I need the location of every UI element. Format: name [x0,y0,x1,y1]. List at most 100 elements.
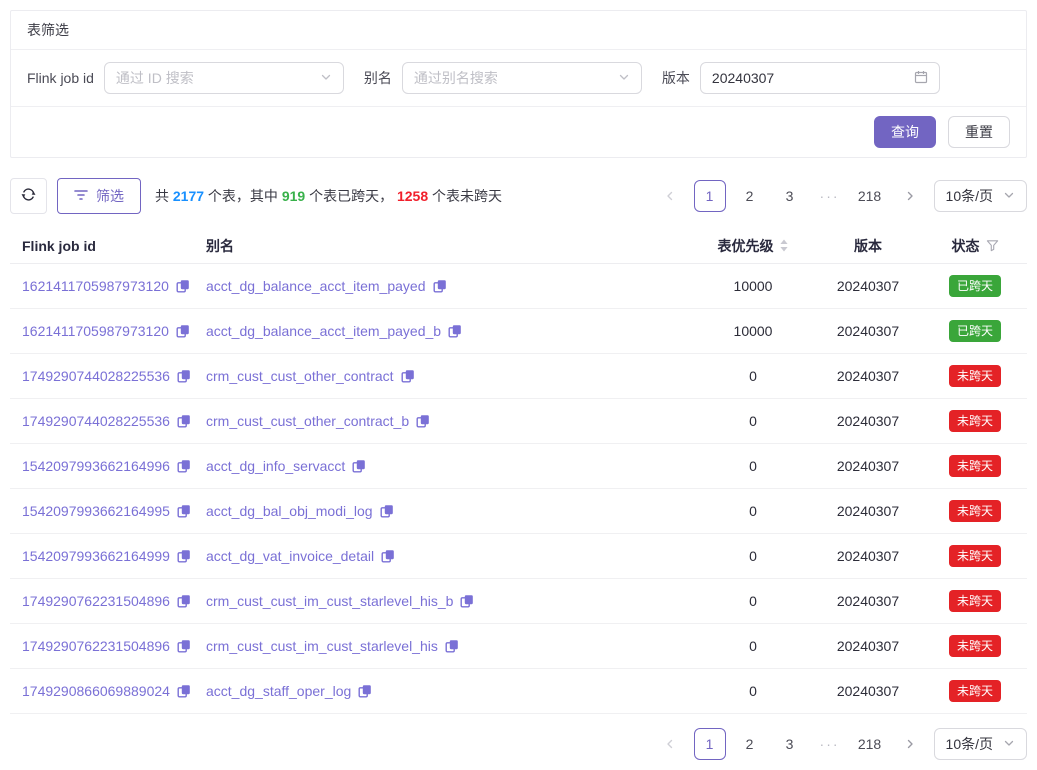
copy-icon[interactable] [177,684,191,698]
copy-icon[interactable] [177,504,191,518]
page-button-3[interactable]: 3 [774,728,806,760]
next-page-button[interactable] [894,728,926,760]
job-id-link[interactable]: 1542097993662164995 [22,503,170,519]
job-id-link[interactable]: 1749290762231504896 [22,638,170,654]
job-id-cell: 1749290744028225536 [10,413,206,429]
copy-icon[interactable] [358,684,372,698]
pagination-bottom: 123···218 [654,728,926,760]
job-id-cell: 1749290744028225536 [10,368,206,384]
toolbar-left: 筛选 共 2177 个表，其中 919 个表已跨天， 1258 个表未跨天 [10,178,502,214]
copy-icon[interactable] [176,324,190,338]
flink-job-id-select[interactable]: 通过 ID 搜索 [104,62,344,94]
job-id-link[interactable]: 1621411705987973120 [22,323,169,339]
copy-icon[interactable] [177,639,191,653]
copy-icon[interactable] [352,459,366,473]
alias-link[interactable]: crm_cust_cust_other_contract_b [206,413,409,429]
alias-link[interactable]: acct_dg_balance_acct_item_payed [206,278,426,294]
pagination-top: 123···218 [654,180,926,212]
version-value: 20240307 [813,593,923,609]
table-row: 1749290744028225536 crm_cust_cust_other_c… [10,399,1027,444]
reset-button[interactable]: 重置 [948,116,1010,148]
copy-icon[interactable] [401,369,415,383]
alias-link[interactable]: crm_cust_cust_other_contract [206,368,394,384]
version-input[interactable] [712,70,914,86]
alias-link[interactable]: acct_dg_info_servacct [206,458,345,474]
footer: 123···218 10条/页 [10,728,1027,760]
flink-job-id-field: Flink job id 通过 ID 搜索 [27,62,344,94]
status-badge: 未跨天 [949,680,1001,702]
copy-icon[interactable] [177,369,191,383]
page-button-218[interactable]: 218 [854,180,886,212]
job-id-link[interactable]: 1749290762231504896 [22,593,170,609]
version-value: 20240307 [813,638,923,654]
prev-page-button[interactable] [654,180,686,212]
version-date-input[interactable] [700,62,940,94]
copy-icon[interactable] [177,594,191,608]
header-version: 版本 [813,236,923,256]
copy-icon[interactable] [416,414,430,428]
job-id-link[interactable]: 1542097993662164999 [22,548,170,564]
priority-value: 0 [693,548,813,564]
alias-link[interactable]: acct_dg_balance_acct_item_payed_b [206,323,441,339]
toolbar: 筛选 共 2177 个表，其中 919 个表已跨天， 1258 个表未跨天 12… [10,178,1027,214]
version-value: 20240307 [813,458,923,474]
job-id-link[interactable]: 1749290866069889024 [22,683,170,699]
query-button[interactable]: 查询 [874,116,936,148]
copy-icon[interactable] [445,639,459,653]
job-id-link[interactable]: 1749290744028225536 [22,413,170,429]
copy-icon[interactable] [177,459,191,473]
filter-card-title: 表筛选 [11,11,1026,50]
status-cell: 未跨天 [923,500,1027,522]
job-id-link[interactable]: 1542097993662164996 [22,458,170,474]
copy-icon[interactable] [460,594,474,608]
copy-icon[interactable] [177,414,191,428]
priority-value: 0 [693,503,813,519]
page-size-select[interactable]: 10条/页 [934,728,1027,760]
filter-funnel-icon[interactable] [986,239,999,252]
copy-icon[interactable] [176,279,190,293]
alias-link[interactable]: acct_dg_staff_oper_log [206,683,351,699]
job-id-cell: 1542097993662164999 [10,548,206,564]
alias-link[interactable]: crm_cust_cust_im_cust_starlevel_his [206,638,438,654]
status-cell: 未跨天 [923,455,1027,477]
copy-icon[interactable] [433,279,447,293]
copy-icon[interactable] [381,549,395,563]
copy-icon[interactable] [448,324,462,338]
alias-link[interactable]: acct_dg_bal_obj_modi_log [206,503,373,519]
alias-select[interactable]: 通过别名搜索 [402,62,642,94]
page-button-1[interactable]: 1 [694,180,726,212]
chevron-down-icon [320,70,332,86]
alias-link[interactable]: acct_dg_vat_invoice_detail [206,548,374,564]
header-priority[interactable]: 表优先级 [693,236,813,256]
summary-part-plain: 个表，其中 [204,188,282,204]
filter-toggle-button[interactable]: 筛选 [57,178,141,214]
page-button-3[interactable]: 3 [774,180,806,212]
page-button-2[interactable]: 2 [734,180,766,212]
sort-carets-icon[interactable] [779,238,789,253]
table-row: 1621411705987973120 acct_dg_balance_acct_… [10,309,1027,354]
page: 表筛选 Flink job id 通过 ID 搜索 别名 通过别名搜索 [0,0,1037,770]
version-value: 20240307 [813,413,923,429]
page-size-select[interactable]: 10条/页 [934,180,1027,212]
page-button-2[interactable]: 2 [734,728,766,760]
job-id-cell: 1749290762231504896 [10,593,206,609]
refresh-button[interactable] [10,178,47,214]
copy-icon[interactable] [177,549,191,563]
table-row: 1749290866069889024 acct_dg_staff_oper_lo… [10,669,1027,714]
summary-part-plain: 个表未跨天 [428,188,502,204]
priority-value: 0 [693,458,813,474]
summary-part-green: 919 [282,188,305,204]
job-id-link[interactable]: 1749290744028225536 [22,368,170,384]
alias-cell: acct_dg_bal_obj_modi_log [206,503,693,519]
summary-text: 共 2177 个表，其中 919 个表已跨天， 1258 个表未跨天 [155,186,502,206]
prev-page-button[interactable] [654,728,686,760]
page-button-1[interactable]: 1 [694,728,726,760]
alias-placeholder: 通过别名搜索 [414,68,498,88]
alias-link[interactable]: crm_cust_cust_im_cust_starlevel_his_b [206,593,453,609]
copy-icon[interactable] [380,504,394,518]
page-button-218[interactable]: 218 [854,728,886,760]
job-id-cell: 1542097993662164996 [10,458,206,474]
job-id-link[interactable]: 1621411705987973120 [22,278,169,294]
table-row: 1542097993662164999 acct_dg_vat_invoice_d… [10,534,1027,579]
next-page-button[interactable] [894,180,926,212]
